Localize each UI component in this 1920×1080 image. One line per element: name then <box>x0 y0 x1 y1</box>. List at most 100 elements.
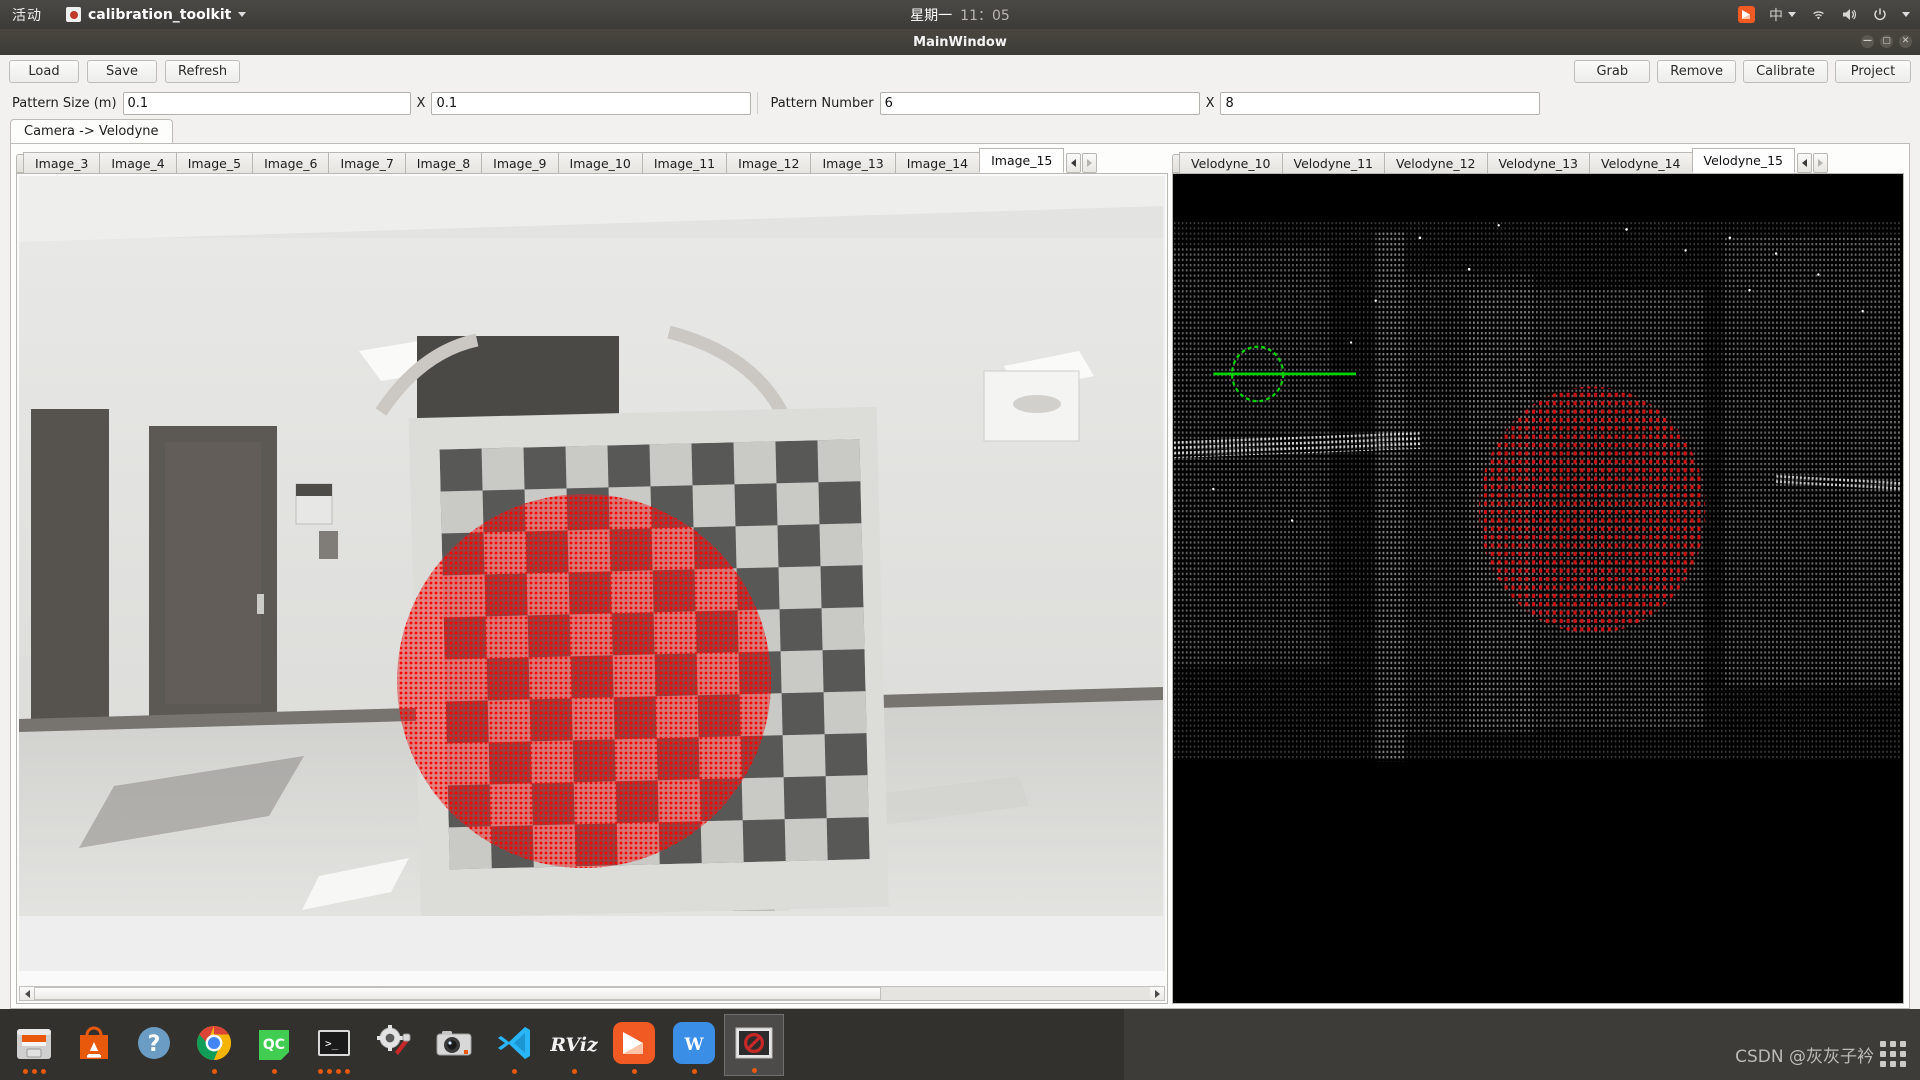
input-method-indicator[interactable]: 中 <box>1769 5 1796 25</box>
tab-image_4[interactable]: Image_4 <box>99 152 177 173</box>
tab-scroll-right-icon[interactable] <box>1082 153 1098 173</box>
scrollbar-thumb[interactable] <box>34 987 881 1000</box>
launcher-item-foxmail[interactable] <box>604 1014 664 1076</box>
clock[interactable]: 星期一 11：05 <box>910 5 1010 25</box>
svg-text:W: W <box>683 1035 704 1055</box>
svg-text:RViz: RViz <box>550 1034 598 1056</box>
tab-scroll-left-icon[interactable] <box>1066 153 1082 173</box>
tab-velodyne_12[interactable]: Velodyne_12 <box>1384 152 1488 173</box>
wifi-icon[interactable] <box>1810 8 1827 22</box>
launcher-item-calibration[interactable] <box>724 1013 784 1076</box>
svg-text:QC: QC <box>263 1037 285 1053</box>
tab-image_13[interactable]: Image_13 <box>810 152 896 173</box>
project-button[interactable]: Project <box>1835 59 1911 83</box>
svg-text:?: ? <box>148 1032 161 1057</box>
scroll-left-arrow-icon[interactable] <box>20 987 34 1000</box>
tab-image_10[interactable]: Image_10 <box>557 152 643 173</box>
grab-button[interactable]: Grab <box>1574 59 1651 83</box>
launcher-item-chrome[interactable] <box>184 1014 244 1076</box>
dock-launcher: ? QC >_ RViz W CSDN @灰灰子衿 <box>0 1009 1920 1080</box>
launcher-item-wps[interactable]: W <box>664 1014 724 1076</box>
tab-overflow-left-edge <box>16 154 23 173</box>
tab-image_9[interactable]: Image_9 <box>481 152 559 173</box>
activities-button[interactable]: 活动 <box>12 5 42 25</box>
running-indicator <box>271 1068 277 1074</box>
parameters-bar: Pattern Size (m) 0.1 X 0.1 Pattern Numbe… <box>0 87 1920 119</box>
outer-tab-content: Image_3 Image_4 Image_5 Image_6 Image_7 Image… <box>10 143 1910 1009</box>
camera-tabbar: Image_3 Image_4 Image_5 Image_6 Image_7 Image… <box>16 148 1168 174</box>
launcher-item-help[interactable]: ? <box>124 1014 184 1076</box>
tab-velodyne_13[interactable]: Velodyne_13 <box>1486 152 1590 173</box>
pointcloud-viewport[interactable] <box>1174 175 1902 1002</box>
running-indicator <box>571 1068 577 1074</box>
scroll-right-arrow-icon[interactable] <box>1150 987 1164 1000</box>
tab-image_6[interactable]: Image_6 <box>252 152 330 173</box>
camera-icon <box>433 1022 475 1068</box>
tab-image_3[interactable]: Image_3 <box>23 152 101 173</box>
launcher-item-rviz[interactable]: RViz <box>544 1014 604 1076</box>
camera-calibration-image <box>19 176 1163 916</box>
tab-overflow-left-edge <box>1172 154 1179 173</box>
tab-image_12[interactable]: Image_12 <box>726 152 812 173</box>
lidar-tabbar: Velodyne_10 Velodyne_11 Velodyne_12 Velodyn… <box>1172 148 1904 174</box>
maximize-button[interactable]: ▢ <box>1880 35 1893 48</box>
outer-tabbar: Camera -> Velodyne <box>0 119 1920 143</box>
tab-image_11[interactable]: Image_11 <box>641 152 728 173</box>
tab-velodyne_15[interactable]: Velodyne_15 <box>1691 148 1795 173</box>
launcher-item-settings[interactable] <box>364 1014 424 1076</box>
load-button[interactable]: Load <box>9 59 79 83</box>
camera-horizontal-scrollbar[interactable] <box>19 986 1165 1001</box>
velodyne-pointcloud <box>1174 175 1902 1002</box>
calibration-icon <box>733 1022 775 1068</box>
pattern-number-x-input[interactable]: 6 <box>879 91 1200 115</box>
calibrate-button[interactable]: Calibrate <box>1743 59 1828 83</box>
chevron-down-icon[interactable] <box>238 12 247 17</box>
pattern-size-y-input[interactable]: 0.1 <box>431 91 752 115</box>
launcher-item-terminal[interactable]: >_ <box>304 1014 364 1076</box>
launcher-item-files[interactable] <box>4 1014 64 1076</box>
camera-tab-content <box>16 174 1168 1004</box>
pattern-size-x-input[interactable]: 0.1 <box>122 91 411 115</box>
foxmail-icon <box>613 1021 655 1068</box>
wps-icon: W <box>673 1021 715 1068</box>
running-indicator <box>318 1068 350 1074</box>
chrome-icon <box>193 1022 235 1068</box>
clock-day: 星期一 <box>910 7 953 24</box>
launcher-item-camera[interactable] <box>424 1014 484 1076</box>
launcher-item-software[interactable] <box>64 1014 124 1076</box>
volume-icon[interactable] <box>1841 7 1858 22</box>
camera-tab-nav <box>1065 153 1098 173</box>
minimize-button[interactable]: — <box>1861 35 1874 48</box>
launcher-item-qtcreator[interactable]: QC <box>244 1014 304 1076</box>
ubuntu-top-panel: 活动 calibration_toolkit 星期一 11：05 中 <box>0 0 1920 29</box>
toolbar-right-group: Grab Remove Calibrate Project <box>1574 59 1911 83</box>
tab-image_8[interactable]: Image_8 <box>404 152 483 173</box>
save-button[interactable]: Save <box>87 59 157 83</box>
remove-button[interactable]: Remove <box>1657 59 1737 83</box>
window-titlebar: MainWindow — ▢ ✕ <box>0 29 1920 55</box>
tab-image_5[interactable]: Image_5 <box>175 152 254 173</box>
tab-velodyne_10[interactable]: Velodyne_10 <box>1179 152 1283 173</box>
app-menu[interactable]: calibration_toolkit <box>66 7 247 23</box>
power-icon[interactable] <box>1872 7 1888 23</box>
refresh-button[interactable]: Refresh <box>165 59 241 83</box>
close-button[interactable]: ✕ <box>1899 35 1912 48</box>
ime-label: 中 <box>1769 7 1783 24</box>
running-indicator <box>211 1068 217 1074</box>
launcher-item-vscode[interactable] <box>484 1014 544 1076</box>
tab-camera-to-velodyne[interactable]: Camera -> Velodyne <box>10 119 173 143</box>
camera-image-viewport[interactable] <box>19 176 1165 971</box>
watermark: CSDN @灰灰子衿 <box>1735 1041 1906 1067</box>
tab-image_14[interactable]: Image_14 <box>894 152 981 173</box>
pattern-number-y-input[interactable]: 8 <box>1220 91 1541 115</box>
lidar-pane: Velodyne_10 Velodyne_11 Velodyne_12 Velodyn… <box>1172 148 1904 1004</box>
tab-velodyne_11[interactable]: Velodyne_11 <box>1281 152 1385 173</box>
foxmail-tray-icon[interactable] <box>1738 6 1755 23</box>
tab-image_7[interactable]: Image_7 <box>328 152 406 173</box>
chevron-down-icon[interactable] <box>1902 12 1910 17</box>
software-icon <box>73 1022 115 1068</box>
tab-image_15[interactable]: Image_15 <box>979 148 1065 173</box>
tab-scroll-left-icon[interactable] <box>1797 153 1812 173</box>
tab-velodyne_14[interactable]: Velodyne_14 <box>1589 152 1693 173</box>
tab-scroll-right-icon[interactable] <box>1813 153 1828 173</box>
